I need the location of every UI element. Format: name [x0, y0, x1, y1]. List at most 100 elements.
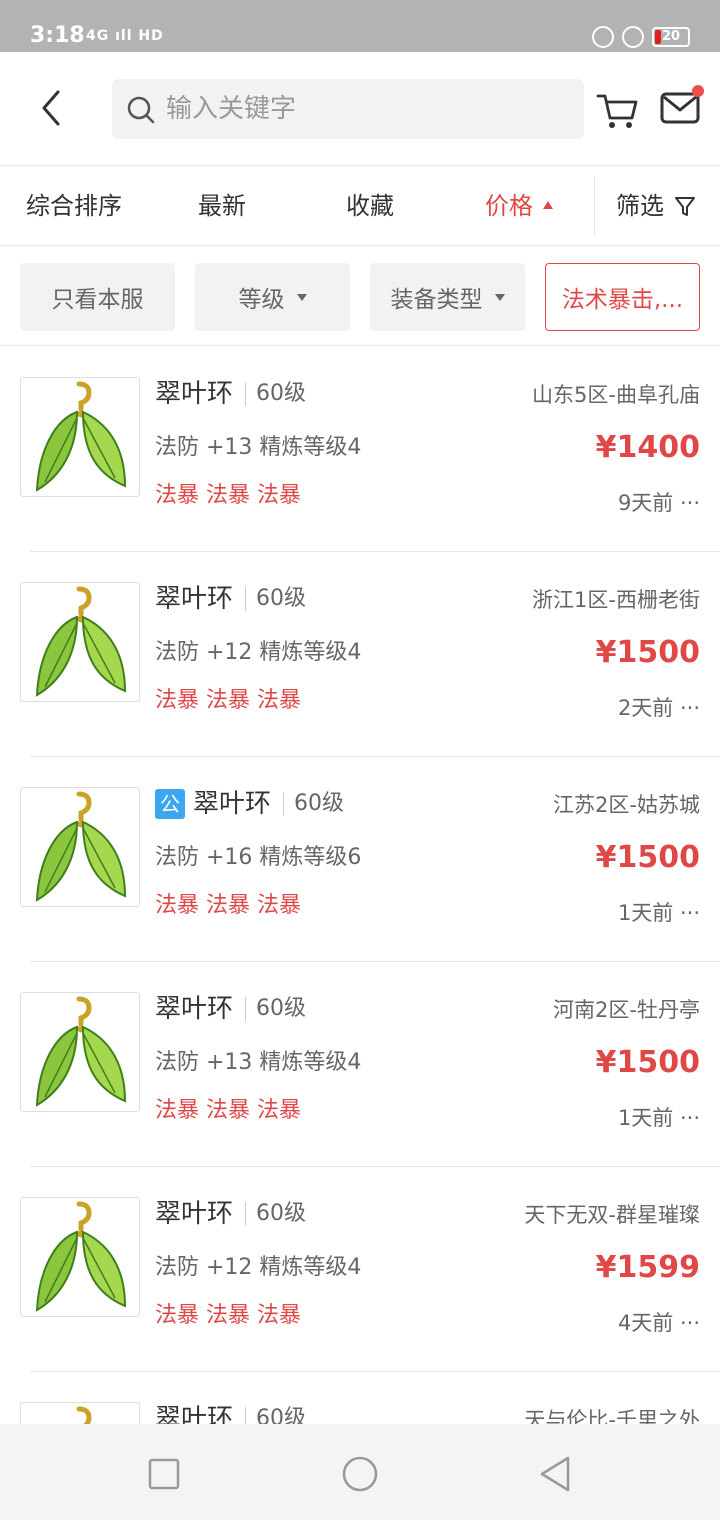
header: 输入关键字	[0, 52, 720, 166]
back-button[interactable]	[36, 88, 72, 128]
item-title: 公 翠叶环 60级	[155, 787, 344, 821]
item-title: 翠叶环 60级	[155, 582, 306, 616]
list-item[interactable]: 公 翠叶环 60级 江苏2区-姑苏城 法防 +16 精炼等级6 ¥1500 法暴…	[0, 757, 720, 962]
recent-apps-button[interactable]	[144, 1454, 184, 1494]
leaf-earring-icon	[35, 586, 127, 697]
chip-equipment-type[interactable]: 装备类型	[370, 263, 525, 331]
item-title: 翠叶环 60级	[155, 377, 306, 411]
filter-icon	[675, 197, 695, 216]
battery-icon: 20	[652, 27, 690, 47]
filter-label: 筛选	[616, 192, 664, 220]
cart-icon	[596, 94, 638, 128]
item-stats: 法防 +13 精炼等级4	[155, 435, 362, 460]
item-time-more[interactable]: 4天前 ···	[618, 1309, 700, 1337]
chip-label: 装备类型	[390, 287, 483, 313]
item-price: ¥1500	[595, 635, 700, 670]
item-time-more[interactable]: 1天前 ···	[618, 1104, 700, 1132]
item-thumbnail	[20, 787, 140, 907]
item-server: 河南2区-牡丹亭	[553, 998, 700, 1022]
back-icon	[42, 90, 60, 126]
filter-button[interactable]: 筛选	[616, 190, 696, 222]
item-level: 60级	[294, 791, 345, 816]
item-level: 60级	[256, 1406, 307, 1424]
list-item[interactable]: 翠叶环 60级 天下无双-群星璀璨 法防 +12 精炼等级4 ¥1599 法暴 …	[0, 1167, 720, 1372]
sort-price[interactable]: 价格	[485, 190, 553, 222]
leaf-earring-icon	[35, 791, 127, 902]
leaf-earring-icon	[35, 381, 127, 492]
item-price: ¥1500	[595, 840, 700, 875]
item-time-more[interactable]: 1天前 ···	[618, 899, 700, 927]
item-thumbnail	[20, 1402, 140, 1424]
item-thumbnail	[20, 1197, 140, 1317]
sort-bar: 综合排序 最新 收藏 价格 筛选	[0, 166, 720, 246]
item-price: ¥1599	[595, 1250, 700, 1285]
status-time: 3:18	[30, 23, 85, 48]
search-input[interactable]: 输入关键字	[112, 79, 584, 139]
sort-newest[interactable]: 最新	[198, 190, 246, 222]
item-server: 山东5区-曲阜孔庙	[532, 383, 700, 407]
sort-divider	[594, 176, 595, 236]
item-server: 浙江1区-西栅老街	[532, 588, 700, 612]
item-price: ¥1500	[595, 1045, 700, 1080]
back-nav-icon	[540, 1456, 570, 1492]
chip-server-only[interactable]: 只看本服	[20, 263, 175, 331]
leaf-earring-icon	[35, 996, 127, 1107]
item-tags: 法暴 法暴 法暴	[155, 1303, 301, 1328]
chip-label: 只看本服	[51, 287, 144, 313]
list-item[interactable]: 翠叶环 60级 河南2区-牡丹亭 法防 +13 精炼等级4 ¥1500 法暴 法…	[0, 962, 720, 1167]
item-thumbnail	[20, 582, 140, 702]
item-level: 60级	[256, 1201, 307, 1226]
caret-down-icon	[296, 293, 307, 301]
item-stats: 法防 +12 精炼等级4	[155, 640, 362, 665]
item-tags: 法暴 法暴 法暴	[155, 893, 301, 918]
item-stats: 法防 +12 精炼等级4	[155, 1255, 362, 1280]
item-name: 翠叶环	[193, 789, 272, 819]
lock-rotation-icon	[592, 26, 614, 48]
item-name: 翠叶环	[155, 1404, 234, 1424]
sort-price-label: 价格	[485, 192, 533, 220]
chip-label: 法术暴击,...	[561, 287, 684, 313]
leaf-earring-icon	[35, 1201, 127, 1312]
item-tags: 法暴 法暴 法暴	[155, 688, 301, 713]
item-price: ¥1400	[595, 430, 700, 465]
search-placeholder: 输入关键字	[166, 94, 297, 124]
back-nav-button[interactable]	[536, 1454, 576, 1494]
item-name: 翠叶环	[155, 379, 234, 409]
home-icon	[342, 1456, 378, 1492]
item-stats: 法防 +13 精炼等级4	[155, 1050, 362, 1075]
filter-chip-row: 只看本服 等级 装备类型 法术暴击,...	[0, 246, 720, 346]
item-title: 翠叶环 60级	[155, 1197, 306, 1231]
caret-down-icon	[494, 293, 505, 301]
list-item[interactable]: 翠叶环 60级 天与伦比-千里之外	[0, 1372, 720, 1424]
chip-level[interactable]: 等级	[195, 263, 350, 331]
item-level: 60级	[256, 996, 307, 1021]
item-title: 翠叶环 60级	[155, 992, 306, 1026]
public-badge: 公	[155, 789, 185, 819]
item-thumbnail	[20, 377, 140, 497]
status-right: 20	[592, 24, 690, 50]
item-name: 翠叶环	[155, 994, 234, 1024]
list-item[interactable]: 翠叶环 60级 山东5区-曲阜孔庙 法防 +13 精炼等级4 ¥1400 法暴 …	[0, 347, 720, 552]
item-tags: 法暴 法暴 法暴	[155, 483, 301, 508]
home-button[interactable]	[340, 1454, 380, 1494]
search-icon	[127, 96, 155, 124]
sort-comprehensive[interactable]: 综合排序	[26, 190, 122, 222]
sort-favorites[interactable]: 收藏	[346, 190, 394, 222]
list-item[interactable]: 翠叶环 60级 浙江1区-西栅老街 法防 +12 精炼等级4 ¥1500 法暴 …	[0, 552, 720, 757]
chip-attribute-filter[interactable]: 法术暴击,...	[545, 263, 700, 331]
listing-list[interactable]: 翠叶环 60级 山东5区-曲阜孔庙 法防 +13 精炼等级4 ¥1400 法暴 …	[0, 347, 720, 1424]
system-nav-bar	[0, 1424, 720, 1520]
item-name: 翠叶环	[155, 1199, 234, 1229]
cart-button[interactable]	[596, 90, 640, 130]
item-time-more[interactable]: 9天前 ···	[618, 489, 700, 517]
battery-level: 20	[661, 29, 681, 44]
status-bar: 3:18 4G ıll HD 20	[0, 0, 720, 52]
item-time-more[interactable]: 2天前 ···	[618, 694, 700, 722]
sort-ascending-icon	[543, 201, 553, 209]
alarm-icon	[622, 26, 644, 48]
signal-indicator: 4G ıll HD	[86, 28, 164, 44]
item-server: 天下无双-群星璀璨	[524, 1203, 700, 1227]
item-server: 天与伦比-千里之外	[524, 1408, 700, 1424]
item-title: 翠叶环 60级	[155, 1402, 306, 1424]
item-level: 60级	[256, 381, 307, 406]
